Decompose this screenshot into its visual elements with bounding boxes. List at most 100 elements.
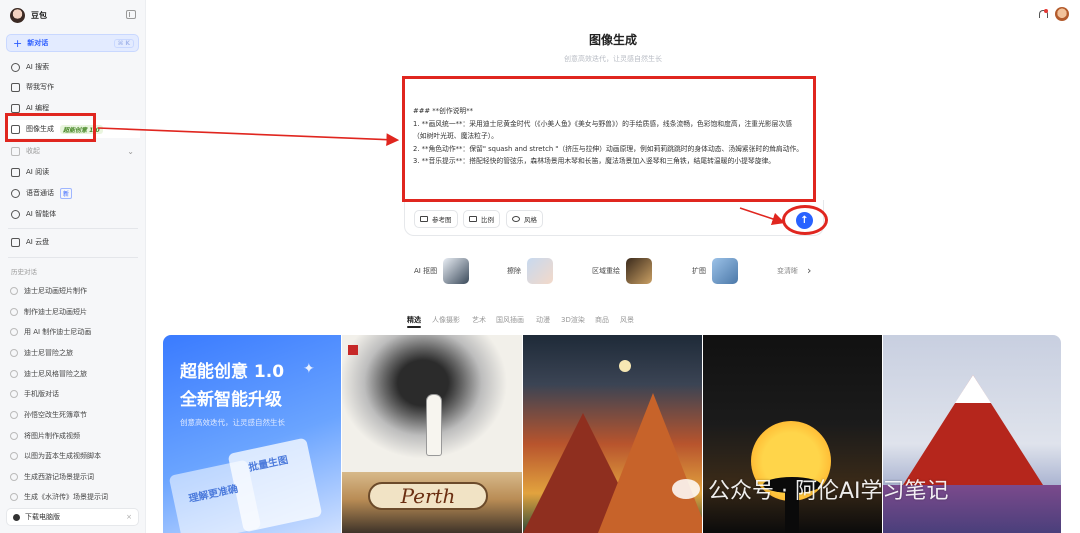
tab-guofeng[interactable]: 国风插画 bbox=[496, 315, 524, 325]
app-avatar bbox=[10, 8, 25, 23]
tool-label: 比例 bbox=[481, 216, 494, 224]
history-item[interactable]: 将图片制作成视频 bbox=[10, 428, 140, 444]
sidebar: 豆包 + 新对话 ⌘ K AI 搜索 帮我写作 AI 编程 图像生成 超能创意 … bbox=[0, 0, 146, 533]
perth-sign: Perth bbox=[368, 482, 488, 510]
aspect-ratio-button[interactable]: 比例 bbox=[463, 210, 500, 228]
watermark: 公众号 · 阿伦AI学习笔记 bbox=[672, 474, 949, 504]
page-subtitle: 创意高效迭代，让灵感自然生长 bbox=[564, 55, 662, 63]
sidebar-collapse-icon[interactable] bbox=[126, 10, 136, 19]
send-button[interactable]: ↑ bbox=[796, 212, 813, 229]
quick-tool-label: 擦除 bbox=[507, 267, 521, 275]
quick-tool-label: 变清晰 bbox=[777, 267, 798, 275]
download-icon bbox=[13, 513, 20, 521]
quick-tool-outpaint[interactable]: 扩图 bbox=[692, 258, 738, 284]
sparkle-icon bbox=[11, 209, 20, 219]
tab-portrait[interactable]: 人像摄影 bbox=[432, 315, 460, 325]
quick-tool-thumbnail bbox=[712, 258, 738, 284]
promo-card bbox=[227, 437, 323, 533]
history-item[interactable]: 迪士尼冒险之旅 bbox=[10, 345, 140, 361]
promo-title-2: 全新智能升级 bbox=[180, 390, 282, 410]
history-item-label: 迪士尼冒险之旅 bbox=[24, 349, 73, 357]
sidebar-divider bbox=[8, 257, 138, 258]
quick-tool-thumbnail bbox=[626, 258, 652, 284]
promo-title: 超能创意 1.0 bbox=[180, 362, 285, 382]
history-item[interactable]: 用 AI 制作迪士尼动画 bbox=[10, 324, 140, 340]
chat-icon bbox=[10, 328, 18, 336]
sidebar-item-agent[interactable]: AI 智能体 bbox=[6, 205, 140, 223]
history-item[interactable]: 生成《水浒传》场景提示词 bbox=[10, 489, 140, 505]
chevron-right-icon[interactable]: › bbox=[807, 264, 811, 277]
history-item[interactable]: 孙悟空改生死簿章节 bbox=[10, 407, 140, 423]
sidebar-item-reading[interactable]: AI 阅读 bbox=[6, 163, 140, 181]
active-tab-indicator bbox=[407, 326, 421, 328]
close-icon[interactable]: × bbox=[126, 513, 132, 521]
sidebar-item-cloud-drive[interactable]: AI 云盘 bbox=[6, 233, 140, 251]
folder-icon bbox=[11, 237, 20, 247]
sidebar-item-collapse[interactable]: 收起 ⌄ bbox=[6, 142, 140, 160]
image-icon bbox=[420, 216, 428, 222]
history-item[interactable]: 迪士尼风格冒险之旅 bbox=[10, 366, 140, 382]
chat-icon bbox=[10, 452, 18, 460]
notification-bell-icon[interactable] bbox=[1038, 9, 1048, 20]
sidebar-item-label: AI 云盘 bbox=[26, 238, 50, 246]
chevron-down-icon: ⌄ bbox=[127, 146, 134, 156]
phone-icon bbox=[11, 188, 20, 198]
user-avatar[interactable] bbox=[1055, 7, 1069, 21]
snow-cap bbox=[955, 375, 991, 403]
style-button[interactable]: 风格 bbox=[506, 210, 543, 228]
quick-tool-erase[interactable]: 擦除 bbox=[507, 258, 553, 284]
chat-icon bbox=[10, 493, 18, 501]
tab-art[interactable]: 艺术 bbox=[472, 315, 486, 325]
history-item[interactable]: 以图为蓝本生成视频脚本 bbox=[10, 448, 140, 464]
gallery-image-perth[interactable]: Perth bbox=[342, 472, 522, 533]
mountain-shape bbox=[598, 393, 702, 533]
sidebar-item-writing[interactable]: 帮我写作 bbox=[6, 78, 140, 96]
chat-icon bbox=[10, 411, 18, 419]
chat-icon bbox=[10, 349, 18, 357]
chat-icon bbox=[10, 473, 18, 481]
sidebar-item-label: AI 编程 bbox=[26, 104, 50, 112]
history-item-label: 用 AI 制作迪士尼动画 bbox=[24, 328, 92, 336]
grid-icon bbox=[11, 146, 20, 156]
history-item[interactable]: 手机版对话 bbox=[10, 386, 140, 402]
tool-label: 参考图 bbox=[432, 216, 452, 224]
new-badge: 新 bbox=[60, 187, 73, 199]
tab-featured[interactable]: 精选 bbox=[407, 315, 421, 325]
promo-subtitle: 创意高效迭代，让灵感自然生长 bbox=[180, 418, 285, 427]
history-item[interactable]: 生成西游记场景提示词 bbox=[10, 469, 140, 485]
ratio-icon bbox=[469, 216, 477, 222]
watermark-text: 公众号 · 阿伦AI学习笔记 bbox=[708, 479, 949, 504]
tab-3d[interactable]: 3D渲染 bbox=[561, 315, 585, 325]
brush-icon bbox=[512, 216, 520, 222]
quick-tool-thumbnail bbox=[527, 258, 553, 284]
history-item-label: 手机版对话 bbox=[24, 390, 59, 398]
quick-tool-inpaint[interactable]: 区域重绘 bbox=[592, 258, 652, 284]
tab-anime[interactable]: 动漫 bbox=[536, 315, 550, 325]
chat-icon bbox=[10, 287, 18, 295]
promo-banner[interactable]: 超能创意 1.0 全新智能升级 创意高效迭代，让灵感自然生长 ✦ 理解更准确 批… bbox=[163, 335, 341, 533]
quick-tool-cutout[interactable]: AI 抠图 bbox=[414, 258, 470, 284]
tab-product[interactable]: 商品 bbox=[595, 315, 609, 325]
figure-shape bbox=[427, 395, 441, 455]
reference-image-button[interactable]: 参考图 bbox=[414, 210, 458, 228]
tab-landscape[interactable]: 风景 bbox=[620, 315, 634, 325]
arrow-up-icon: ↑ bbox=[800, 215, 809, 226]
history-item[interactable]: 迪士尼动画短片制作 bbox=[10, 283, 140, 299]
chat-icon bbox=[10, 432, 18, 440]
pen-icon bbox=[11, 82, 20, 92]
gallery-image-ink-painting[interactable] bbox=[342, 335, 522, 472]
history-item-label: 迪士尼动画短片制作 bbox=[24, 287, 87, 295]
history-item-label: 以图为蓝本生成视频脚本 bbox=[24, 452, 101, 460]
quick-tool-enhance[interactable]: 变清晰 bbox=[777, 258, 798, 284]
chat-icon bbox=[10, 308, 18, 316]
download-desktop-button[interactable]: 下载电脑版 × bbox=[6, 508, 139, 526]
quick-tool-label: 区域重绘 bbox=[592, 267, 620, 275]
history-item-label: 孙悟空改生死簿章节 bbox=[24, 411, 87, 419]
brand[interactable]: 豆包 bbox=[10, 8, 47, 23]
history-item-label: 生成西游记场景提示词 bbox=[24, 473, 94, 481]
history-item[interactable]: 制作迪士尼动画短片 bbox=[10, 304, 140, 320]
prompt-input[interactable]: ### **创作说明** 1. **画风统一**：采用迪士尼黄金时代（《小美人鱼… bbox=[402, 76, 816, 202]
history-item-label: 迪士尼风格冒险之旅 bbox=[24, 370, 87, 378]
sidebar-item-voice-call[interactable]: 语音通话 新 bbox=[6, 184, 140, 202]
prompt-text: ### **创作说明** 1. **画风统一**：采用迪士尼黄金时代（《小美人鱼… bbox=[413, 107, 804, 165]
